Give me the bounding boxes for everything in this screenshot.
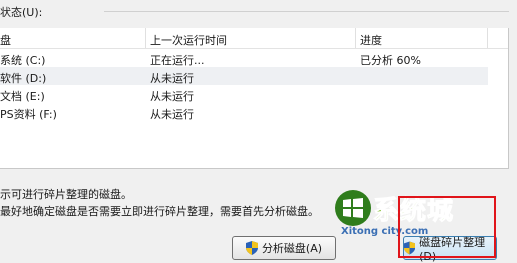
list-header: 盘 上一次运行时间 进度 [0,28,508,49]
column-separator[interactable] [355,28,356,48]
progress: 已分析 60% [360,54,421,67]
disk-row-d[interactable]: 软件 (D:) 从未运行 [0,67,488,85]
windows-logo-icon [335,190,371,226]
status-label: 状态(U): [0,6,43,19]
info-text-line1: 示可进行碎片整理的磁盘。 [0,188,132,201]
disk-row-e[interactable]: 文档 (E:) 从未运行 [0,85,488,103]
last-run: 从未运行 [150,72,194,85]
column-header-last-run[interactable]: 上一次运行时间 [150,32,227,48]
disk-row-c[interactable]: 系统 (C:) 正在运行... 已分析 60% [0,49,488,67]
disk-name: PS资料 (F:) [0,108,57,121]
last-run: 从未运行 [150,108,194,121]
last-run: 从未运行 [150,90,194,103]
disk-name: 文档 (E:) [0,90,45,103]
analyze-disk-label: 分析磁盘(A) [261,242,323,255]
highlight-annotation-box [398,196,496,258]
disk-row-f[interactable]: PS资料 (F:) 从未运行 [0,103,488,121]
disk-name: 系统 (C:) [0,54,46,67]
column-header-progress[interactable]: 进度 [360,32,382,48]
status-divider [104,11,509,12]
analyze-disk-button[interactable]: 分析磁盘(A) [232,236,336,260]
disk-list[interactable]: 盘 上一次运行时间 进度 系统 (C:) 正在运行... 已分析 60% 软件 … [0,28,509,169]
disk-name: 软件 (D:) [0,72,47,85]
info-text-line2: 最好地确定磁盘是否需要立即进行碎片整理，需要首先分析磁盘。 [0,205,319,218]
column-header-disk[interactable]: 盘 [0,32,11,48]
column-separator[interactable] [487,28,488,48]
shield-icon [245,241,258,255]
column-separator[interactable] [145,28,146,48]
last-run: 正在运行... [150,54,205,67]
